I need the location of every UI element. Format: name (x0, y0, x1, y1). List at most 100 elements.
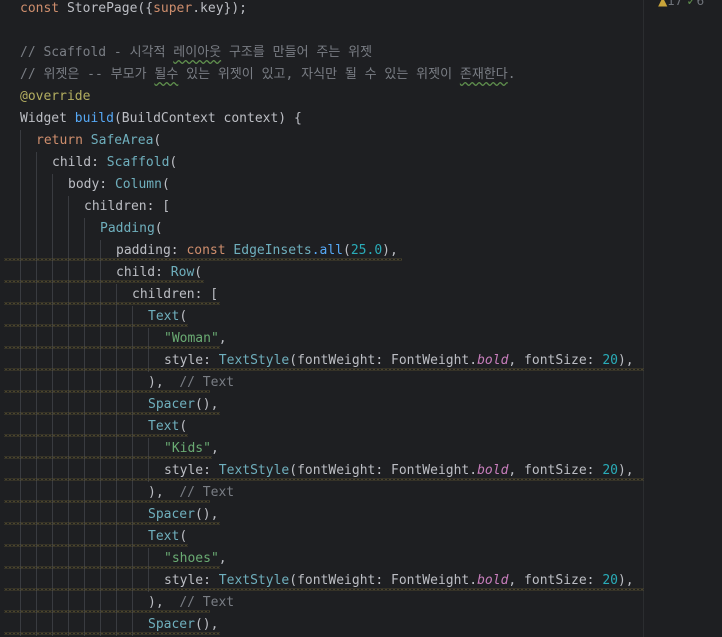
closing-label-hint: // Text (179, 375, 235, 390)
string-literal: "Woman" (164, 331, 219, 346)
widget-name: Column (114, 177, 162, 192)
punctuation: ), (148, 485, 180, 500)
lint-warning-underline (4, 566, 220, 569)
widget-name: Text (148, 309, 180, 324)
code-line[interactable]: children: [ (0, 196, 722, 218)
code-line[interactable]: "Woman", (0, 328, 722, 350)
param-name: children: [ (84, 199, 171, 214)
keyword: const (20, 1, 60, 16)
comment: 있는 위젯이 있고, 자식만 될 수 있는 위젯이 (178, 67, 460, 82)
code-editor[interactable]: ▲17 ✓6 ^ const StorePage({super.key}); /… (0, 0, 722, 637)
typo-word: 존재한다 (459, 67, 508, 82)
code-line[interactable]: "Kids", (0, 438, 722, 460)
lint-warning-underline (4, 390, 210, 393)
constant: bold (477, 353, 509, 368)
lint-warning-underline (4, 280, 204, 283)
code-line[interactable]: body: Column( (0, 174, 722, 196)
param-name: (fontWeight: FontWeight. (289, 463, 478, 478)
number: 20 (602, 353, 618, 368)
param-name: (fontWeight: FontWeight. (289, 353, 478, 368)
code-line[interactable]: style: TextStyle(fontWeight: FontWeight.… (0, 350, 722, 372)
code-line[interactable]: // Scaffold - 시각적 레이아웃 구조를 만들어 주는 위젯 (0, 42, 722, 64)
lint-warning-underline (4, 544, 188, 547)
param-name: body: (68, 177, 115, 192)
param-name: child: (52, 155, 107, 170)
method-name: build (74, 111, 114, 126)
keyword: return (36, 133, 91, 148)
number: 25.0 (350, 243, 383, 258)
param-name: style: (164, 353, 219, 368)
code-line[interactable]: child: Scaffold( (0, 152, 722, 174)
code-line[interactable]: // 위젯은 -- 부모가 될수 있는 위젯이 있고, 자식만 될 수 있는 위… (0, 64, 722, 86)
method-name: .all (311, 243, 344, 258)
identifier: StorePage (66, 1, 138, 16)
code-line[interactable]: ), // Text (0, 482, 722, 504)
comment: // Scaffold - 시각적 (20, 45, 174, 60)
params: (BuildContext context) { (113, 111, 302, 126)
lint-warning-underline (4, 456, 212, 459)
lint-warning-underline (4, 610, 210, 613)
code-line[interactable]: Text( (0, 306, 722, 328)
typo-word: 레이아웃 (173, 45, 222, 60)
code-line[interactable]: style: TextStyle(fontWeight: FontWeight.… (0, 570, 722, 592)
closing-label-hint: // Text (179, 485, 235, 500)
widget-name: Row (170, 265, 195, 280)
comment: // 위젯은 -- 부모가 (20, 67, 155, 82)
widget-name: SafeArea (90, 133, 154, 148)
number: 20 (602, 463, 618, 478)
code-line[interactable]: "shoes", (0, 548, 722, 570)
code-line[interactable]: Text( (0, 526, 722, 548)
class-name: TextStyle (218, 463, 290, 478)
code-line[interactable]: Spacer(), (0, 504, 722, 526)
lint-warning-underline (4, 500, 210, 503)
param-name: (fontWeight: FontWeight. (289, 573, 478, 588)
param-name: , fontSize: (508, 573, 603, 588)
punctuation: ), (148, 375, 180, 390)
code-line[interactable]: ), // Text (0, 592, 722, 614)
widget-name: Spacer (148, 397, 195, 412)
punctuation: ), (148, 595, 180, 610)
lint-warning-underline (4, 412, 220, 415)
string-literal: "Kids" (164, 441, 211, 456)
lint-warning-underline (4, 522, 220, 525)
code-line[interactable]: children: [ (0, 284, 722, 306)
param-name: child: (116, 265, 171, 280)
code-line[interactable]: return SafeArea( (0, 130, 722, 152)
code-line[interactable]: Padding( (0, 218, 722, 240)
widget-name: Text (148, 419, 180, 434)
code-line[interactable]: Widget build(BuildContext context) { (0, 108, 722, 130)
widget-name: Scaffold (106, 155, 170, 170)
constant: bold (477, 573, 509, 588)
annotation: @override (20, 89, 91, 104)
class-name: TextStyle (218, 353, 290, 368)
class-name: EdgeInsets (233, 243, 312, 258)
widget-name: Spacer (148, 617, 195, 632)
class-name: TextStyle (218, 573, 290, 588)
identifier: .key (192, 1, 224, 16)
code-line[interactable]: Spacer(), (0, 614, 722, 636)
code-line[interactable]: @override (0, 86, 722, 108)
comment: . (507, 67, 516, 82)
widget-name: Padding (100, 221, 155, 236)
keyword: super (153, 1, 193, 16)
lint-warning-underline (4, 346, 220, 349)
param-name: , fontSize: (508, 353, 603, 368)
number: 20 (602, 573, 618, 588)
lint-warning-underline (4, 258, 402, 261)
param-name: style: (164, 463, 219, 478)
widget-name: Text (148, 529, 180, 544)
comment: 구조를 만들어 주는 위젯 (221, 45, 373, 60)
string-literal: "shoes" (164, 551, 219, 566)
code-line[interactable]: child: Row( (0, 262, 722, 284)
code-line[interactable]: const StorePage({super.key}); (0, 0, 722, 20)
param-name: , fontSize: (508, 463, 603, 478)
code-line[interactable]: style: TextStyle(fontWeight: FontWeight.… (0, 460, 722, 482)
code-line[interactable]: Spacer(), (0, 394, 722, 416)
code-line[interactable]: padding: const EdgeInsets.all(25.0), (0, 240, 722, 262)
param-name: padding: (116, 243, 187, 258)
code-line[interactable]: ), // Text (0, 372, 722, 394)
constant: bold (477, 463, 509, 478)
lint-warning-underline (4, 478, 644, 481)
code-line[interactable]: Text( (0, 416, 722, 438)
lint-warning-underline (4, 434, 188, 437)
